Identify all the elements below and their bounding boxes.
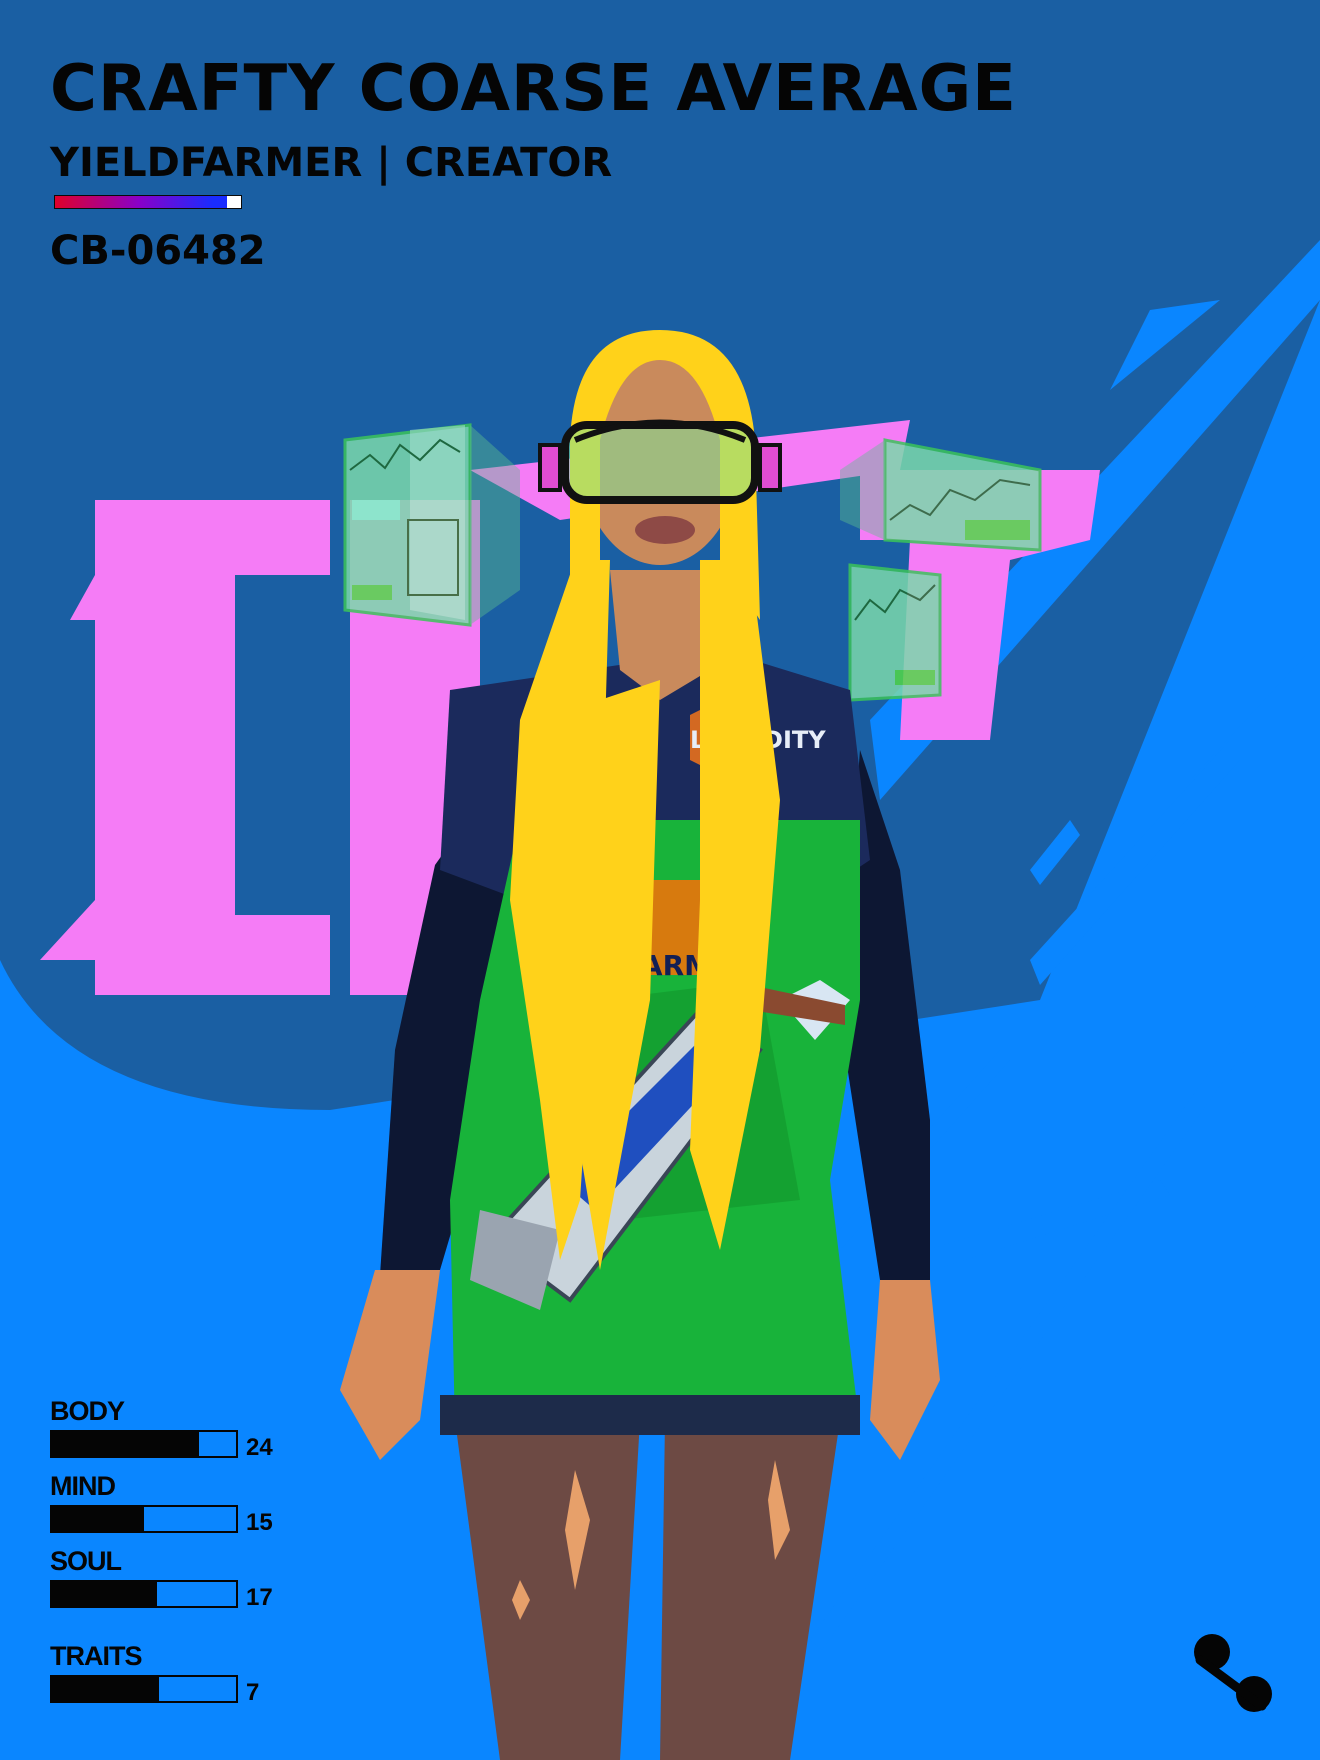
stat-bar <box>50 1430 238 1458</box>
stat-bar-fill <box>52 1507 144 1531</box>
stat-bar <box>50 1580 238 1608</box>
stat-label: BODY <box>50 1396 125 1426</box>
stat-bar-fill <box>52 1582 157 1606</box>
stat-soul: SOUL 17 <box>50 1546 310 1614</box>
stat-label: MIND <box>50 1471 116 1501</box>
percent-icon <box>1194 1634 1272 1712</box>
stat-value: 24 <box>246 1434 273 1461</box>
stat-value: 7 <box>246 1679 260 1706</box>
stat-label: SOUL <box>50 1546 122 1576</box>
stat-bar <box>50 1675 238 1703</box>
visor-goggles-icon <box>538 419 782 504</box>
character-role: YIELDFARMER | CREATOR <box>50 140 613 186</box>
stat-value: 15 <box>246 1509 273 1536</box>
stat-traits: TRAITS 7 <box>50 1641 310 1709</box>
rank-bar-cap <box>227 196 241 208</box>
hologram-screen-left <box>343 423 520 627</box>
stat-body: BODY 24 <box>50 1396 310 1464</box>
stat-bar <box>50 1505 238 1533</box>
character-id: CB-06482 <box>50 228 266 274</box>
hologram-screen-small <box>848 563 942 702</box>
rank-gradient-bar <box>54 195 242 209</box>
stat-label: TRAITS <box>50 1641 142 1671</box>
shorts-hem <box>440 1395 860 1435</box>
character-card: LIQUIDITY FARM <box>0 0 1320 1760</box>
character-name: CRAFTY COARSE AVERAGE <box>50 52 1017 126</box>
stat-bar-fill <box>52 1677 159 1701</box>
stat-mind: MIND 15 <box>50 1471 310 1539</box>
stat-bar-fill <box>52 1432 200 1456</box>
stat-value: 17 <box>246 1584 273 1611</box>
